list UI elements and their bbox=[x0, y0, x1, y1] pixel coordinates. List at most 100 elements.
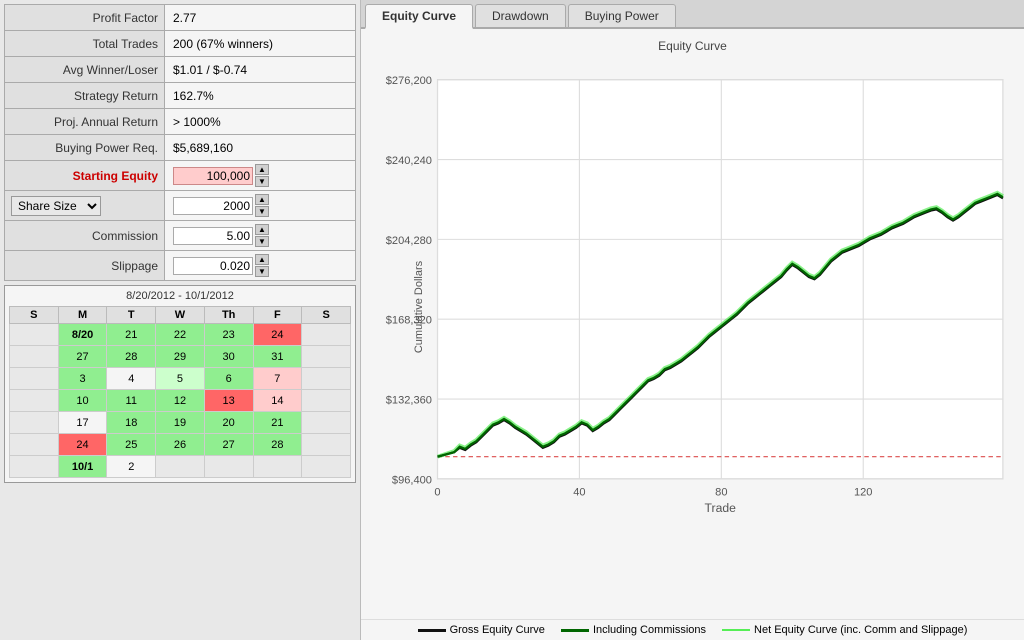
cal-cell[interactable]: 12 bbox=[156, 390, 205, 412]
legend-commissions-label: Including Commissions bbox=[593, 624, 706, 636]
svg-text:$276,200: $276,200 bbox=[386, 75, 432, 87]
share-size-select[interactable]: Share Size bbox=[11, 196, 101, 216]
cal-cell[interactable]: 14 bbox=[253, 390, 302, 412]
svg-text:80: 80 bbox=[715, 486, 727, 498]
cal-row: 8/2021222324 bbox=[10, 324, 351, 346]
slippage-input[interactable] bbox=[173, 257, 253, 275]
cal-cell bbox=[10, 368, 59, 390]
cal-cell bbox=[302, 412, 351, 434]
stats-table: Profit Factor2.77Total Trades200 (67% wi… bbox=[4, 4, 356, 281]
cal-cell[interactable]: 23 bbox=[204, 324, 253, 346]
cal-cell[interactable]: 20 bbox=[204, 412, 253, 434]
cal-row: 2728293031 bbox=[10, 346, 351, 368]
legend-gross-line bbox=[418, 629, 446, 632]
left-panel: Profit Factor2.77Total Trades200 (67% wi… bbox=[0, 0, 360, 640]
cal-cell[interactable]: 13 bbox=[204, 390, 253, 412]
tab-drawdown[interactable]: Drawdown bbox=[475, 4, 566, 27]
commission-up[interactable]: ▲ bbox=[255, 224, 269, 235]
cal-cell[interactable]: 8/20 bbox=[58, 324, 107, 346]
cal-cell[interactable]: 10/1 bbox=[58, 456, 107, 478]
cal-cell[interactable]: 28 bbox=[107, 346, 156, 368]
svg-text:Trade: Trade bbox=[705, 501, 737, 515]
stat-value: 200 (67% winners) bbox=[165, 31, 356, 57]
cal-row: 10/12 bbox=[10, 456, 351, 478]
cal-cell[interactable]: 10 bbox=[58, 390, 107, 412]
commission-down[interactable]: ▼ bbox=[255, 236, 269, 247]
cal-cell[interactable]: 4 bbox=[107, 368, 156, 390]
starting-equity-down[interactable]: ▼ bbox=[255, 176, 269, 187]
cal-cell[interactable]: 18 bbox=[107, 412, 156, 434]
cal-row: 1011121314 bbox=[10, 390, 351, 412]
slippage-down[interactable]: ▼ bbox=[255, 266, 269, 277]
slippage-up[interactable]: ▲ bbox=[255, 254, 269, 265]
cal-cell[interactable]: 2 bbox=[107, 456, 156, 478]
cal-cell[interactable]: 27 bbox=[58, 346, 107, 368]
cal-cell[interactable]: 21 bbox=[107, 324, 156, 346]
stat-row: Strategy Return162.7% bbox=[5, 83, 356, 109]
cal-cell bbox=[204, 456, 253, 478]
cal-row: 1718192021 bbox=[10, 412, 351, 434]
svg-text:$96,400: $96,400 bbox=[392, 474, 432, 486]
cal-cell[interactable]: 25 bbox=[107, 434, 156, 456]
cal-cell[interactable]: 21 bbox=[253, 412, 302, 434]
cal-cell[interactable]: 24 bbox=[253, 324, 302, 346]
cal-header: Th bbox=[204, 307, 253, 324]
cal-cell[interactable]: 17 bbox=[58, 412, 107, 434]
share-size-down[interactable]: ▼ bbox=[255, 206, 269, 217]
legend-commissions-line bbox=[561, 629, 589, 632]
cal-cell[interactable]: 11 bbox=[107, 390, 156, 412]
starting-equity-container: ▲ ▼ bbox=[173, 164, 349, 187]
starting-equity-up[interactable]: ▲ bbox=[255, 164, 269, 175]
legend-gross: Gross Equity Curve bbox=[418, 624, 545, 636]
tab-equity-curve[interactable]: Equity Curve bbox=[365, 4, 473, 29]
legend-net: Net Equity Curve (inc. Comm and Slippage… bbox=[722, 624, 967, 636]
cal-cell[interactable]: 30 bbox=[204, 346, 253, 368]
cal-cell[interactable]: 5 bbox=[156, 368, 205, 390]
cal-cell[interactable]: 26 bbox=[156, 434, 205, 456]
cal-cell bbox=[302, 456, 351, 478]
cal-cell bbox=[10, 390, 59, 412]
starting-equity-input[interactable] bbox=[173, 167, 253, 185]
commission-input[interactable] bbox=[173, 227, 253, 245]
cal-cell[interactable]: 6 bbox=[204, 368, 253, 390]
svg-text:40: 40 bbox=[573, 486, 585, 498]
share-size-input[interactable] bbox=[173, 197, 253, 215]
cal-cell[interactable]: 27 bbox=[204, 434, 253, 456]
cal-cell bbox=[156, 456, 205, 478]
stat-value: $1.01 / $-0.74 bbox=[165, 57, 356, 83]
commission-label: Commission bbox=[5, 221, 165, 251]
cal-cell[interactable]: 29 bbox=[156, 346, 205, 368]
slippage-spinner: ▲ ▼ bbox=[255, 254, 269, 277]
cal-cell[interactable]: 24 bbox=[58, 434, 107, 456]
calendar-section: 8/20/2012 - 10/1/2012 SMTWThFS 8/2021222… bbox=[4, 285, 356, 483]
y-axis-label: Cumulative Dollars bbox=[413, 261, 425, 353]
cal-cell[interactable]: 19 bbox=[156, 412, 205, 434]
tab-buying-power[interactable]: Buying Power bbox=[568, 4, 676, 27]
cal-header: W bbox=[156, 307, 205, 324]
commission-container: ▲ ▼ bbox=[173, 224, 349, 247]
starting-equity-spinner: ▲ ▼ bbox=[255, 164, 269, 187]
cal-cell bbox=[302, 368, 351, 390]
legend-net-line bbox=[722, 629, 750, 631]
cal-cell[interactable]: 3 bbox=[58, 368, 107, 390]
cal-cell[interactable]: 31 bbox=[253, 346, 302, 368]
cal-cell[interactable]: 22 bbox=[156, 324, 205, 346]
cal-cell bbox=[302, 324, 351, 346]
share-size-up[interactable]: ▲ bbox=[255, 194, 269, 205]
cal-cell[interactable]: 28 bbox=[253, 434, 302, 456]
cal-header: F bbox=[253, 307, 302, 324]
svg-text:$240,240: $240,240 bbox=[386, 155, 432, 167]
stat-value: $5,689,160 bbox=[165, 135, 356, 161]
stat-value: > 1000% bbox=[165, 109, 356, 135]
tab-bar: Equity CurveDrawdownBuying Power bbox=[361, 0, 1024, 29]
calendar-title: 8/20/2012 - 10/1/2012 bbox=[9, 290, 351, 302]
calendar-table: SMTWThFS 8/20212223242728293031345671011… bbox=[9, 306, 351, 478]
cal-cell bbox=[302, 346, 351, 368]
cal-cell[interactable]: 7 bbox=[253, 368, 302, 390]
cal-cell bbox=[253, 456, 302, 478]
equity-chart-svg: $276,200 $240,240 $204,280 $168,320 $132… bbox=[371, 57, 1014, 557]
stat-value: 2.77 bbox=[165, 5, 356, 31]
stat-label: Proj. Annual Return bbox=[5, 109, 165, 135]
stat-label: Strategy Return bbox=[5, 83, 165, 109]
cal-row: 34567 bbox=[10, 368, 351, 390]
